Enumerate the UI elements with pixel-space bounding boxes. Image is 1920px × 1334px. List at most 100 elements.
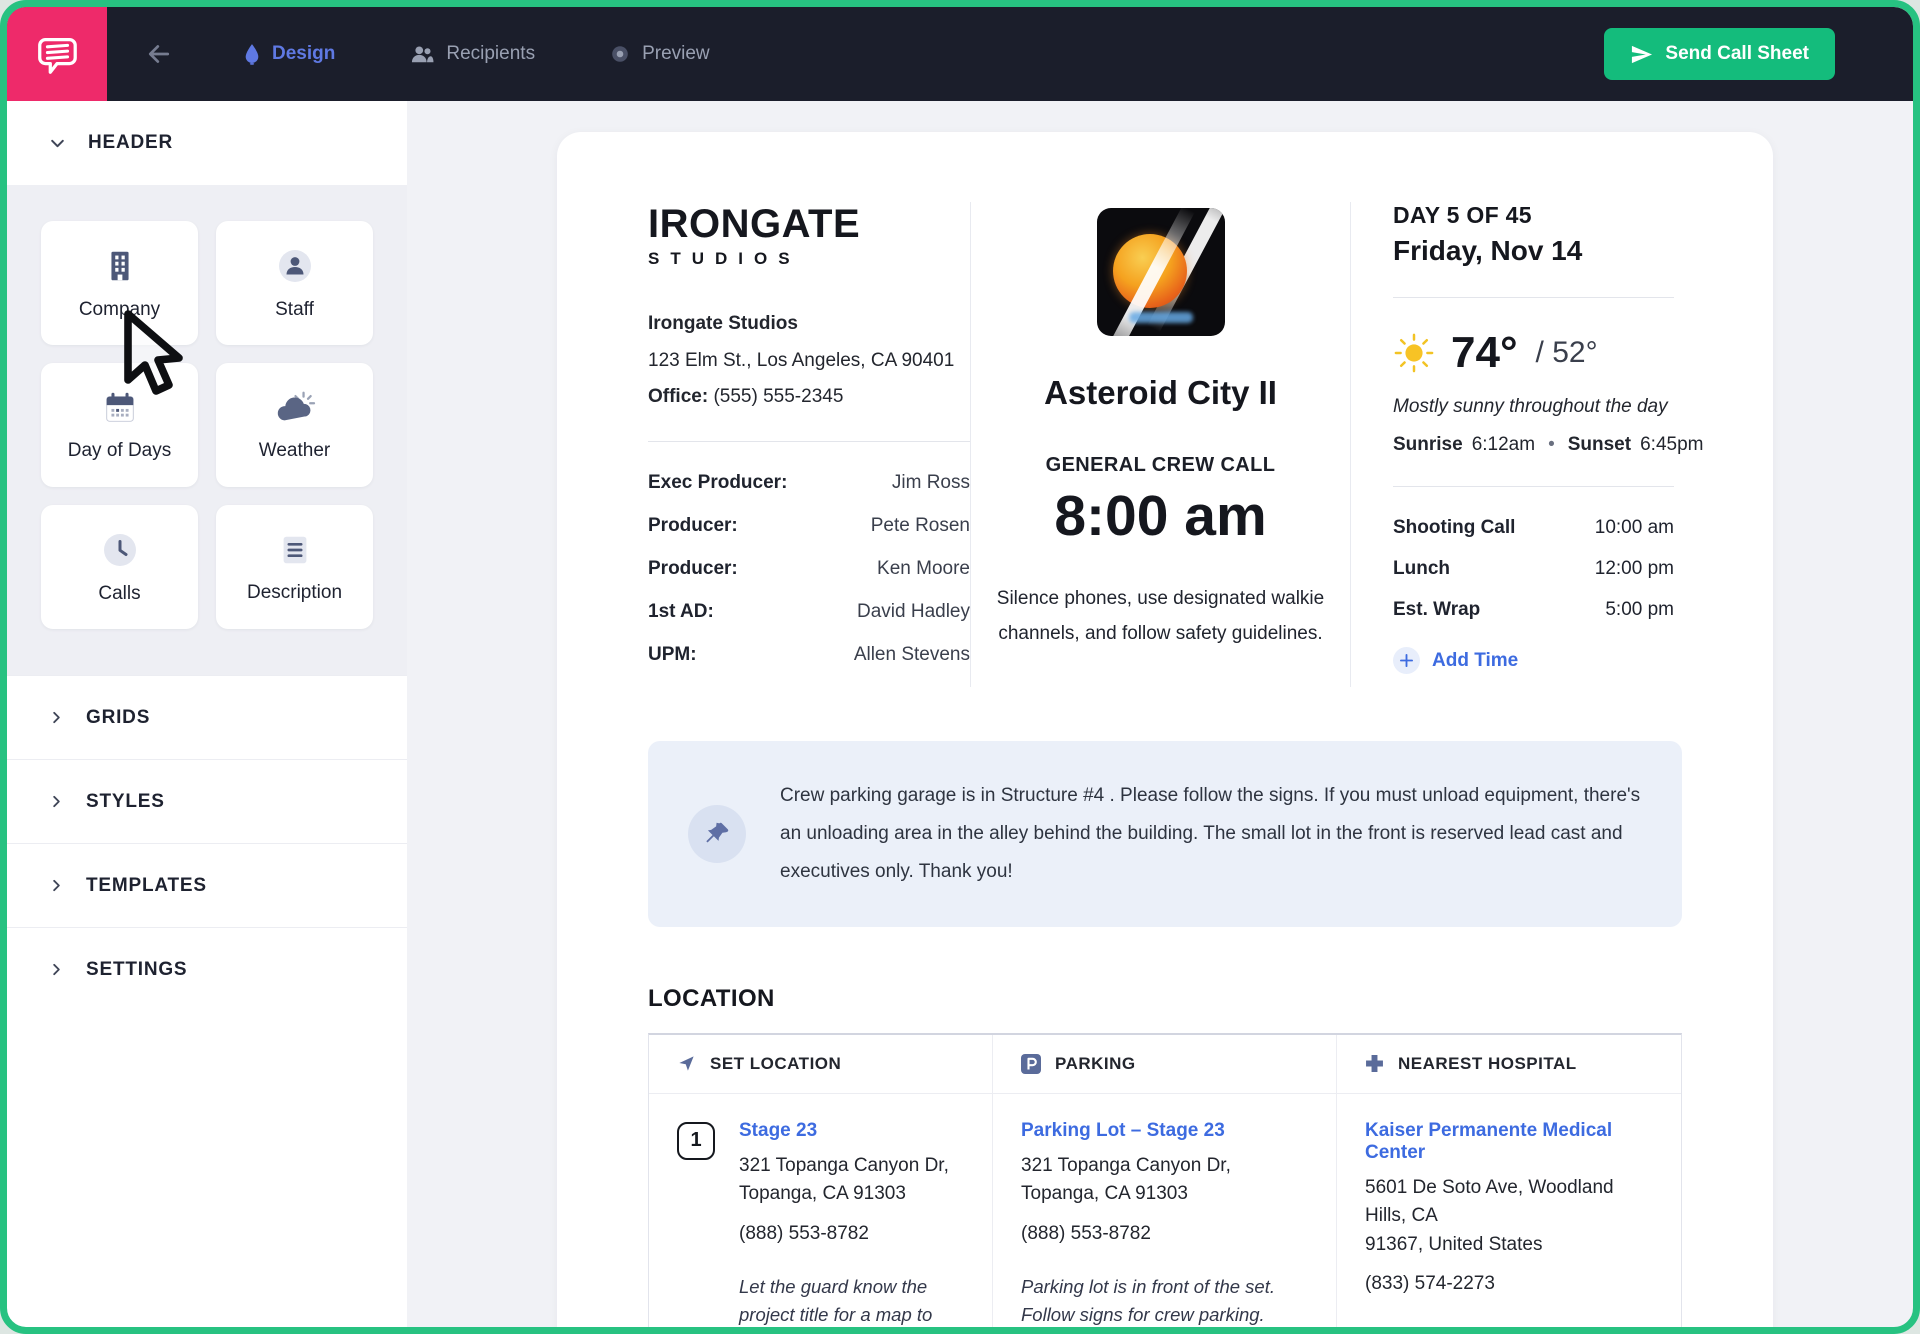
schedule-row: Lunch12:00 pm — [1393, 558, 1674, 580]
sidebar-section-styles[interactable]: STYLES — [7, 759, 407, 843]
day-count: DAY 5 OF 45 — [1393, 202, 1674, 229]
element-card-company[interactable]: Company — [41, 221, 198, 345]
eye-icon — [609, 43, 631, 65]
sidebar-section-grids[interactable]: GRIDS — [7, 675, 407, 759]
parking-note: Parking lot is in front of the set. Foll… — [1021, 1273, 1301, 1327]
project-title: Asteroid City II — [995, 374, 1326, 412]
divider — [648, 441, 970, 442]
paper-plane-icon — [1630, 43, 1653, 66]
clock-icon — [100, 530, 140, 570]
back-button[interactable] — [145, 40, 173, 68]
add-time-label: Add Time — [1432, 650, 1518, 672]
section-label: TEMPLATES — [86, 875, 207, 897]
element-card-description[interactable]: Description — [216, 505, 373, 629]
shoot-date: Friday, Nov 14 — [1393, 235, 1674, 267]
parking-icon — [1021, 1054, 1041, 1074]
company-block[interactable]: IRONGATE STUDIOS Irongate Studios 123 El… — [648, 202, 970, 687]
schedule-list: Shooting Call10:00 am Lunch12:00 pm Est.… — [1393, 517, 1674, 621]
design-sidebar: HEADER Compa — [7, 101, 407, 1327]
personnel-row: Producer:Ken Moore — [648, 558, 970, 580]
sidebar-section-header[interactable]: HEADER — [7, 101, 407, 185]
hospital-cell: Kaiser Permanente Medical Center 5601 De… — [1337, 1094, 1681, 1327]
schedule-row: Shooting Call10:00 am — [1393, 517, 1674, 539]
sunrise-sunset-line: Sunrise 6:12am • Sunset 6:45pm — [1393, 434, 1674, 456]
element-card-calls[interactable]: Calls — [41, 505, 198, 629]
hospital-link[interactable]: Kaiser Permanente Medical Center — [1365, 1120, 1653, 1164]
personnel-row: 1st AD:David Hadley — [648, 601, 970, 623]
general-crew-call-label: GENERAL CREW CALL — [995, 454, 1326, 477]
arrow-left-icon — [145, 40, 173, 68]
sun-icon — [1393, 332, 1435, 374]
card-label: Staff — [275, 299, 314, 321]
pushpin-icon — [688, 805, 746, 863]
notice-text: Crew parking garage is in Structure #4 .… — [780, 777, 1642, 891]
add-time-button[interactable]: Add Time — [1393, 647, 1674, 674]
card-label: Weather — [259, 440, 330, 462]
cloud-sun-icon — [274, 389, 316, 427]
tab-label: Design — [272, 43, 335, 65]
studiobinder-logo[interactable] — [7, 7, 107, 101]
section-label: HEADER — [88, 132, 173, 154]
sidebar-section-settings[interactable]: SETTINGS — [7, 927, 407, 1011]
personnel-row: Producer:Pete Rosen — [648, 515, 970, 537]
temp-low: / 52° — [1536, 336, 1598, 370]
company-address: 123 Elm St., Los Angeles, CA 90401 — [648, 348, 970, 375]
card-label: Description — [247, 582, 342, 604]
text-lines-icon — [276, 531, 314, 569]
chevron-right-icon — [49, 710, 64, 725]
parking-notice[interactable]: Crew parking garage is in Structure #4 .… — [648, 741, 1682, 927]
location-row: 1 Stage 23 321 Topanga Canyon Dr, Topang… — [649, 1094, 1681, 1327]
element-card-staff[interactable]: Staff — [216, 221, 373, 345]
tab-recipients[interactable]: Recipients — [409, 43, 535, 65]
person-icon — [275, 246, 315, 286]
set-phone: (888) 553-8782 — [739, 1223, 964, 1245]
location-table-header: SET LOCATION PARKING NEARE — [649, 1035, 1681, 1094]
crew-call-block[interactable]: Asteroid City II GENERAL CREW CALL 8:00 … — [970, 202, 1351, 687]
tab-design[interactable]: Design — [243, 43, 335, 65]
element-card-day-of-days[interactable]: Day of Days — [41, 363, 198, 487]
card-label: Company — [79, 299, 160, 321]
set-location-cell: 1 Stage 23 321 Topanga Canyon Dr, Topang… — [649, 1094, 993, 1327]
hospital-phone: (833) 574-2273 — [1365, 1273, 1653, 1295]
chevron-right-icon — [49, 794, 64, 809]
day-info-block[interactable]: DAY 5 OF 45 Friday, Nov 14 — [1351, 202, 1674, 687]
chevron-right-icon — [49, 878, 64, 893]
people-icon — [409, 43, 435, 65]
location-number-badge: 1 — [677, 1122, 715, 1160]
sidebar-section-templates[interactable]: TEMPLATES — [7, 843, 407, 927]
divider — [1393, 297, 1674, 298]
parking-phone: (888) 553-8782 — [1021, 1223, 1308, 1245]
parking-cell: Parking Lot – Stage 23 321 Topanga Canyo… — [993, 1094, 1337, 1327]
column-set-location: SET LOCATION — [649, 1035, 993, 1093]
set-note: Let the guard know the project title for… — [739, 1273, 964, 1327]
company-logo-subtext: STUDIOS — [648, 249, 970, 269]
call-sheet-canvas: IRONGATE STUDIOS Irongate Studios 123 El… — [407, 101, 1913, 1327]
column-nearest-hospital: NEAREST HOSPITAL — [1337, 1035, 1681, 1093]
call-sheet[interactable]: IRONGATE STUDIOS Irongate Studios 123 El… — [557, 132, 1773, 1327]
general-crew-call-time: 8:00 am — [995, 483, 1326, 549]
topbar: Design Recipients Preview — [7, 7, 1913, 101]
send-button-label: Send Call Sheet — [1665, 43, 1809, 65]
tab-preview[interactable]: Preview — [609, 43, 710, 65]
column-parking: PARKING — [993, 1035, 1337, 1093]
divider — [1393, 486, 1674, 487]
tab-label: Recipients — [446, 43, 535, 65]
medical-cross-icon — [1365, 1054, 1384, 1073]
set-location-link[interactable]: Stage 23 — [739, 1120, 964, 1142]
send-call-sheet-button[interactable]: Send Call Sheet — [1604, 28, 1835, 80]
hospital-address: 5601 De Soto Ave, Woodland Hills, CA 913… — [1365, 1174, 1653, 1260]
calendar-icon — [101, 389, 139, 427]
section-label: GRIDS — [86, 707, 150, 729]
location-table: SET LOCATION PARKING NEARE — [648, 1033, 1682, 1327]
schedule-row: Est. Wrap5:00 pm — [1393, 599, 1674, 621]
company-logo-text: IRONGATE — [648, 202, 970, 247]
location-heading: LOCATION — [648, 985, 1682, 1013]
parking-link[interactable]: Parking Lot – Stage 23 — [1021, 1120, 1308, 1142]
crew-call-note: Silence phones, use designated walkie ch… — [996, 581, 1326, 651]
element-card-weather[interactable]: Weather — [216, 363, 373, 487]
app-window: Design Recipients Preview — [7, 7, 1913, 1327]
card-label: Day of Days — [68, 440, 171, 462]
chevron-right-icon — [49, 962, 64, 977]
personnel-row: Exec Producer:Jim Ross — [648, 472, 970, 494]
project-poster-image — [1097, 208, 1225, 336]
